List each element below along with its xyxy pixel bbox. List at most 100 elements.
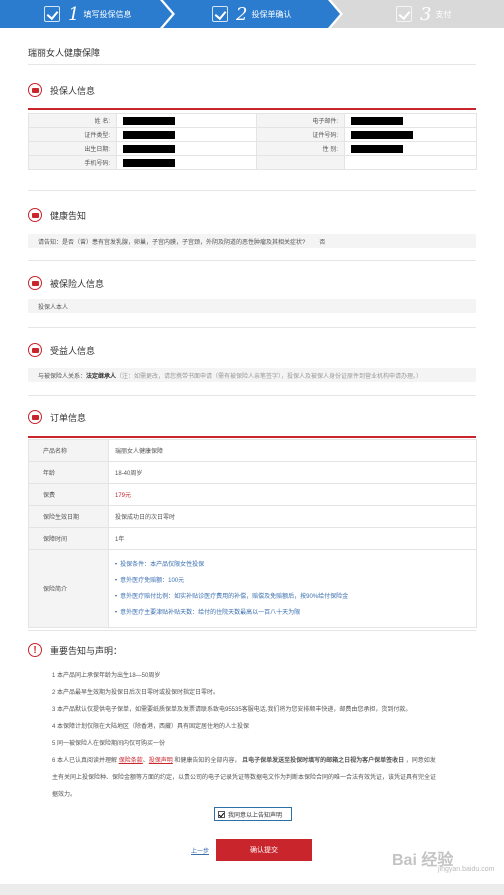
phone-value — [116, 155, 257, 170]
beneficiary-note: （注：如需更改，请您携带书面申请（需有被保险人亲笔签字），投保人及被保人身份证原… — [116, 373, 423, 380]
beneficiary-value: 法定继承人 — [86, 373, 117, 380]
section-beneficiary-header: 受益人信息 — [28, 340, 476, 360]
empty-cell — [344, 155, 477, 170]
page-title: 瑞丽女人健康保障 — [28, 48, 101, 58]
id-card-icon — [28, 343, 42, 357]
id-card-icon — [28, 276, 42, 290]
id-type-value — [116, 127, 257, 142]
insured-value: 投保人本人 — [38, 304, 69, 311]
email-label: 电子邮件: — [256, 113, 345, 128]
phone-label: 手机号码: — [28, 155, 117, 170]
order-label: 保险生效日期 — [28, 505, 109, 528]
order-label: 产品名称 — [28, 439, 109, 462]
policy-statement-link[interactable]: 投保声明 — [149, 758, 173, 764]
redacted-mask — [351, 116, 403, 125]
table-row: 保险简介 投保条件：本产品仅限女性投保 意外医疗免赔额：100元 意外医疗赔付比… — [28, 549, 477, 628]
order-label: 年龄 — [28, 461, 109, 484]
order-value: 投保成功日的次日零时 — [108, 505, 477, 528]
order-table: 产品名称 瑞丽女人健康保障 年龄 18-40周岁 保费 179元 保险生效日期 … — [28, 439, 477, 628]
list-item: 6 本人已认真阅读并理解 保险条款、投保声明 和健康告知的全部内容， 且电子保单… — [52, 758, 436, 764]
section-policyholder-header: 投保人信息 — [28, 80, 476, 100]
redacted-mask — [351, 130, 413, 139]
section-title: 投保人信息 — [50, 85, 96, 96]
table-row: 产品名称 瑞丽女人健康保障 — [28, 439, 477, 462]
list-item: 主有关同上投保险种、保险金额等方面的约定，以贵公司的电子记录凭证等数据电文作为判… — [52, 775, 437, 781]
section-title: 订单信息 — [50, 412, 87, 423]
section-title: 健康告知 — [50, 210, 87, 221]
redacted-mask — [351, 144, 403, 153]
notice-bold-text: 且电子保单发送至投保时填写的邮箱之日视为客户保单签收日 — [242, 758, 405, 764]
policy-terms-link[interactable]: 保险条款 — [119, 758, 143, 764]
notice-text: 6 本人已认真阅读并理解 — [52, 758, 118, 764]
table-row: 保险生效日期 投保成功日的次日零时 — [28, 505, 477, 528]
notice-list: 1 本产品同上承保年龄为出生18—50周岁 2 本产品最早生效期为投保日后次日零… — [52, 670, 462, 798]
notice-text: 和健康告知的全部内容， — [174, 758, 241, 764]
id-card-icon — [28, 83, 42, 97]
step-2-label: 投保单确认 — [251, 9, 292, 19]
divider — [28, 190, 476, 191]
id-number-value — [344, 127, 477, 142]
section-title: 受益人信息 — [50, 345, 96, 356]
order-value: 18-40周岁 — [108, 461, 477, 484]
order-value: 1年 — [108, 527, 477, 550]
divider — [28, 327, 476, 328]
id-type-label: 证件类型: — [28, 127, 117, 142]
check-icon — [212, 6, 228, 22]
name-label: 姓 名: — [28, 113, 117, 128]
list-item: 意外医疗赔付比例：如实补贴诊医疗费用的补偿，赔偿及免赔额后，按90%给付保险金 — [115, 589, 470, 605]
list-item: 1 本产品同上承保年龄为出生18—50周岁 — [52, 673, 161, 679]
list-item: 意外医疗主要津贴补贴天数：给付的住院天数最高以一百八十天为限 — [115, 605, 470, 621]
email-value — [344, 113, 477, 128]
intro-list: 投保条件：本产品仅限女性投保 意外医疗免赔额：100元 意外医疗赔付比例：如实补… — [115, 557, 470, 621]
document-icon — [396, 6, 412, 22]
order-price: 179元 — [108, 483, 477, 506]
step-1: 1 填写投保信息 — [44, 0, 131, 28]
list-item: 5 同一被保险人在保险期间内仅可购买一份 — [52, 741, 166, 747]
gender-value — [344, 141, 477, 156]
empty-cell — [256, 155, 345, 170]
watermark-url: jingyan.baidu.com — [438, 866, 495, 873]
beneficiary-label: 与被保险人关系： — [38, 373, 87, 380]
redacted-mask — [123, 144, 175, 153]
section-insured-header: 被保险人信息 — [28, 273, 476, 293]
step-2: 2 投保单确认 — [212, 0, 291, 28]
health-question-row: 请告知：是否（曾）患有宫发乳腺，卵巢，子宫内膜，子宫颈，外阴及阴道的恶性肿瘤及其… — [28, 234, 476, 248]
divider — [28, 64, 476, 65]
checkbox-checked-icon[interactable] — [218, 810, 225, 818]
step-1-number: 1 — [68, 3, 80, 25]
id-number-label: 证件号码: — [256, 127, 345, 142]
policyholder-table: 姓 名: 电子邮件: 证件类型: 证件号码: 出生日期: 性 别: 手机号码: — [28, 113, 477, 170]
order-value: 瑞丽女人健康保障 — [108, 439, 477, 462]
order-intro: 投保条件：本产品仅限女性投保 意外医疗免赔额：100元 意外医疗赔付比例：如实补… — [108, 549, 477, 628]
order-label: 保费 — [28, 483, 109, 506]
insured-row: 投保人本人 — [28, 299, 476, 313]
list-item: 3 本产品默认仅提供电子保单，如需要纸质保单及发票请联系致电95535客服电话,… — [52, 707, 412, 713]
list-item: 2 本产品最早生效期为投保日后次日零时或投保时指定日零时。 — [52, 690, 220, 696]
order-label: 保障时间 — [28, 527, 109, 550]
redacted-mask — [123, 116, 175, 125]
previous-step-link[interactable]: 上一步 — [191, 846, 209, 855]
table-row: 年龄 18-40周岁 — [28, 461, 477, 484]
confirm-submit-button[interactable]: 确认提交 — [216, 839, 312, 861]
step-1-label: 填写投保信息 — [83, 9, 132, 19]
list-item: 4 本保障计划仅限在大陆地区（除香港，西藏）具有固定居住地的人士投保 — [52, 724, 250, 730]
section-notice-header: ! 重要告知与声明： — [28, 640, 476, 660]
redacted-mask — [123, 158, 175, 167]
health-question: 请告知：是否（曾）患有宫发乳腺，卵巢，子宫内膜，子宫颈，外阴及阴道的恶性肿瘤及其… — [38, 239, 306, 246]
agree-checkbox[interactable]: 我同意以上告知声明 — [214, 807, 292, 821]
gender-label: 性 别: — [256, 141, 345, 156]
section-order-header: 订单信息 — [28, 407, 476, 427]
list-item: 意外医疗免赔额：100元 — [115, 573, 470, 589]
list-item: 据效力。 — [52, 792, 77, 798]
table-row: 保费 179元 — [28, 483, 477, 506]
list-item: 投保条件：本产品仅限女性投保 — [115, 557, 470, 573]
divider — [28, 108, 476, 110]
footer-band — [0, 884, 504, 895]
section-health-header: 健康告知 — [28, 205, 476, 225]
redacted-mask — [123, 130, 175, 139]
beneficiary-row: 与被保险人关系： 法定继承人 （注：如需更改，请您携带书面申请（需有被保险人亲笔… — [28, 368, 476, 382]
divider — [28, 395, 476, 396]
birth-label: 出生日期: — [28, 141, 117, 156]
agree-label: 我同意以上告知声明 — [228, 812, 283, 819]
divider — [28, 260, 476, 261]
